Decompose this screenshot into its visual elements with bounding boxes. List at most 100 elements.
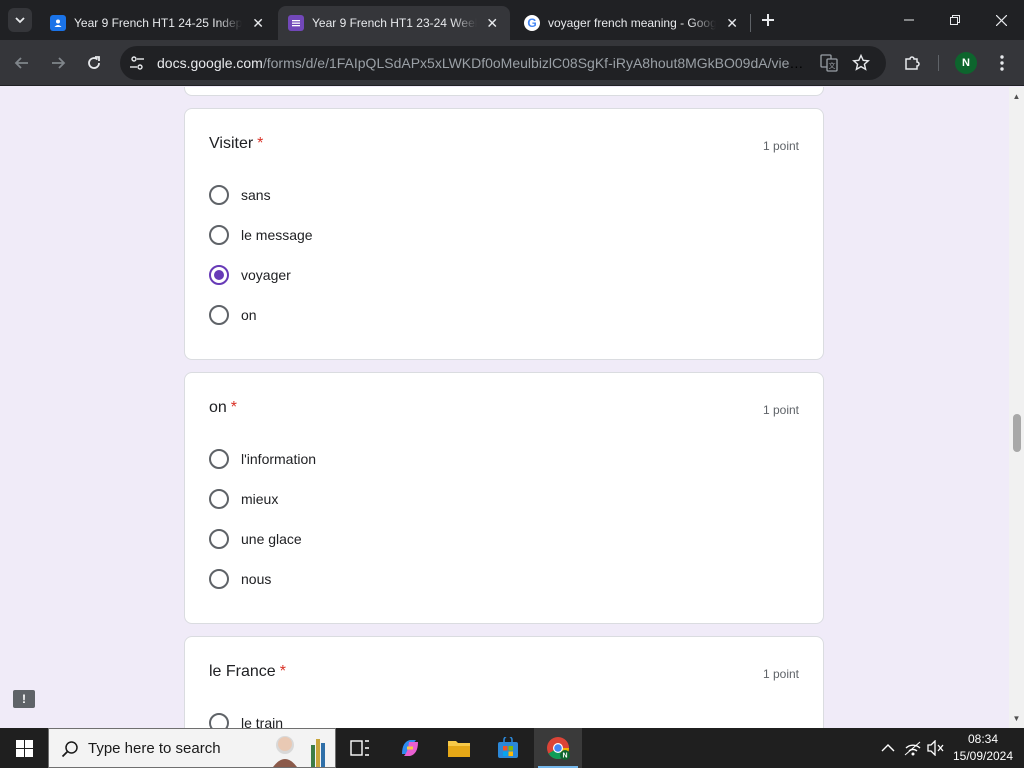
- question-points: 1 point: [762, 667, 799, 681]
- toolbar-divider: [938, 55, 939, 71]
- radio-button-selected[interactable]: [209, 265, 229, 285]
- radio-button[interactable]: [209, 489, 229, 509]
- radio-option[interactable]: mieux: [209, 487, 278, 511]
- extensions-button[interactable]: [900, 51, 924, 75]
- google-classroom-icon: [50, 15, 66, 31]
- close-window-button[interactable]: [978, 0, 1024, 40]
- bookmark-star-icon[interactable]: [852, 53, 870, 77]
- tab-2[interactable]: Year 9 French HT1 23-24 Week 1 ✕: [278, 6, 510, 40]
- back-button[interactable]: [10, 51, 34, 75]
- task-view-icon: [350, 740, 369, 756]
- radio-option[interactable]: voyager: [209, 263, 291, 287]
- taskbar-clock[interactable]: 08:34 15/09/2024: [950, 731, 1016, 765]
- radio-option[interactable]: on: [209, 303, 257, 327]
- file-explorer-button[interactable]: [435, 728, 483, 768]
- radio-option[interactable]: une glace: [209, 527, 302, 551]
- question-text: le France: [209, 663, 276, 680]
- minimize-icon: [904, 19, 914, 21]
- start-button[interactable]: [0, 728, 48, 768]
- copilot-icon: [402, 740, 418, 756]
- scroll-up-icon[interactable]: ▲: [1009, 89, 1024, 104]
- question-text: Visiter: [209, 135, 254, 152]
- menu-button[interactable]: [990, 51, 1014, 75]
- option-label: une glace: [241, 531, 302, 547]
- restore-icon: [950, 15, 960, 25]
- svg-text:文: 文: [829, 61, 836, 70]
- more-vert-icon: [1000, 55, 1004, 71]
- question-title: on *: [209, 399, 237, 417]
- plus-icon: [762, 14, 774, 26]
- clock-date: 15/09/2024: [952, 749, 1014, 763]
- question-title: Visiter *: [209, 135, 263, 153]
- browser-toolbar: docs.google.com/forms/d/e/1FAIpQLSdAPx5x…: [0, 40, 1024, 86]
- close-tab-icon[interactable]: ✕: [724, 15, 740, 31]
- url-host: docs.google.com: [157, 55, 263, 71]
- required-marker: *: [279, 663, 286, 680]
- required-marker: *: [257, 135, 264, 152]
- restore-button[interactable]: [932, 0, 978, 40]
- arrow-right-icon: [52, 57, 66, 69]
- translate-icon[interactable]: 文: [820, 54, 838, 77]
- svg-text:G: G: [527, 16, 536, 30]
- svg-text:N: N: [562, 753, 567, 760]
- question-card: on * 1 point l'information mieux une glac…: [184, 372, 824, 624]
- taskbar-search-box[interactable]: Type here to search: [48, 728, 336, 768]
- scrollbar-thumb[interactable]: [1013, 414, 1021, 452]
- windows-logo-icon: [15, 739, 33, 757]
- task-view-button[interactable]: [336, 728, 384, 768]
- tab-3[interactable]: G voyager french meaning - Google Search…: [514, 6, 750, 40]
- radio-button[interactable]: [209, 569, 229, 589]
- option-label: nous: [241, 571, 272, 587]
- radio-option[interactable]: sans: [209, 183, 271, 207]
- tab-1[interactable]: Year 9 French HT1 24-25 Independent ✕: [40, 6, 276, 40]
- close-icon: [995, 14, 1007, 26]
- folder-icon: [448, 741, 470, 757]
- radio-button[interactable]: [209, 305, 229, 325]
- tab-separator: [750, 14, 751, 32]
- report-feedback-icon[interactable]: !: [13, 690, 35, 708]
- radio-button[interactable]: [209, 713, 229, 728]
- question-text: on: [209, 399, 227, 416]
- profile-avatar[interactable]: N: [955, 52, 977, 74]
- option-label: on: [241, 307, 257, 323]
- radio-button[interactable]: [209, 449, 229, 469]
- reload-button[interactable]: [82, 51, 106, 75]
- url-path: /forms/d/e/1FAIpQLSdAPx5xLWKDf0oMeulbizl…: [262, 55, 812, 71]
- radio-option[interactable]: nous: [209, 567, 271, 591]
- microsoft-store-button[interactable]: [484, 728, 532, 768]
- radio-button[interactable]: [209, 185, 229, 205]
- close-tab-icon[interactable]: ✕: [250, 15, 266, 31]
- forward-button[interactable]: [46, 51, 70, 75]
- chevron-up-icon: [881, 744, 895, 752]
- minimize-button[interactable]: [886, 0, 932, 40]
- question-card: le France * 1 point le train: [184, 636, 824, 728]
- google-icon: G: [524, 15, 540, 31]
- close-tab-icon[interactable]: ✕: [485, 15, 500, 31]
- chrome-icon: N: [547, 737, 570, 760]
- tab-search-button[interactable]: [8, 8, 32, 32]
- copilot-button[interactable]: [386, 728, 434, 768]
- question-title: le France *: [209, 663, 286, 681]
- chrome-taskbar-button[interactable]: N: [534, 728, 582, 768]
- radio-button[interactable]: [209, 529, 229, 549]
- new-tab-button[interactable]: [756, 8, 780, 32]
- reload-icon: [88, 56, 100, 69]
- site-info-icon[interactable]: [129, 55, 145, 76]
- chevron-down-icon: [15, 17, 25, 24]
- scroll-down-icon[interactable]: ▼: [1009, 711, 1024, 726]
- network-icon[interactable]: [903, 738, 923, 758]
- option-label: le message: [241, 227, 313, 243]
- clock-time: 08:34: [967, 732, 999, 746]
- radio-option[interactable]: le message: [209, 223, 313, 247]
- radio-option[interactable]: le train: [209, 711, 283, 728]
- search-highlight-icon[interactable]: [267, 731, 333, 768]
- search-placeholder: Type here to search: [88, 739, 221, 757]
- vertical-scrollbar[interactable]: ▲ ▼: [1009, 87, 1024, 728]
- volume-muted-icon[interactable]: [926, 738, 946, 758]
- radio-option[interactable]: l'information: [209, 447, 316, 471]
- store-icon: [498, 737, 518, 758]
- show-hidden-icons-button[interactable]: [878, 738, 898, 758]
- page-viewport: Visiter * 1 point sans le message voyager…: [0, 87, 1024, 728]
- radio-button[interactable]: [209, 225, 229, 245]
- address-bar[interactable]: docs.google.com/forms/d/e/1FAIpQLSdAPx5x…: [120, 46, 886, 80]
